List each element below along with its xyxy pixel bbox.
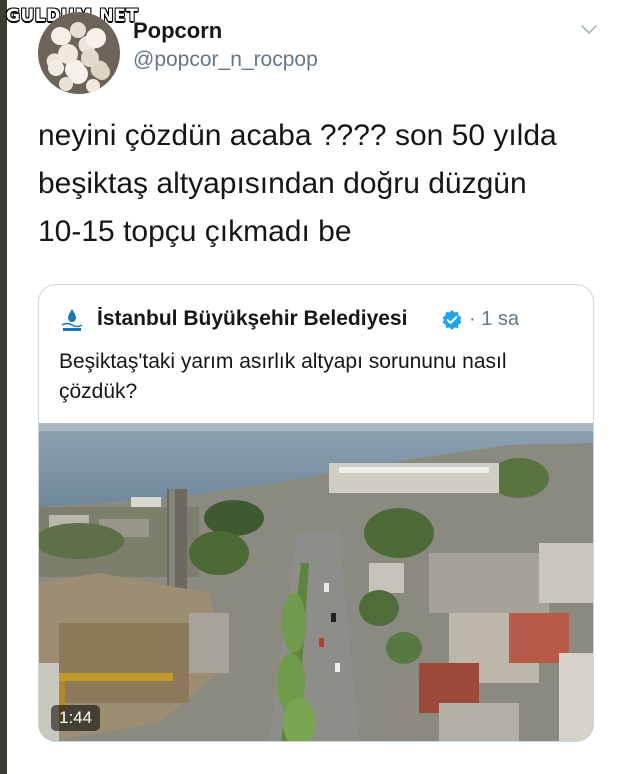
- verified-badge-icon: [441, 309, 463, 331]
- author-avatar[interactable]: [38, 12, 120, 94]
- tweet-text-line: beşiktaş altyapısından doğru düzgün: [38, 167, 527, 200]
- tweet-text: neyini çözdün acaba ???? son 50 yılda be…: [38, 112, 603, 256]
- tweet-text-line: neyini çözdün acaba ???? son 50 yılda: [38, 119, 557, 152]
- quoted-tweet-video[interactable]: 1:44: [39, 423, 593, 741]
- quoted-tweet-text: Beşiktaş'taki yarım asırlık altyapı soru…: [59, 350, 507, 403]
- popcorn-avatar-icon: [48, 22, 110, 93]
- chevron-down-icon[interactable]: [580, 20, 598, 38]
- quoted-author-name[interactable]: İstanbul Büyükşehir Belediyesi: [97, 307, 407, 331]
- ibb-logo-icon: [61, 309, 83, 331]
- quoted-tweet-time[interactable]: · 1 sa: [469, 308, 519, 331]
- quoted-author-avatar[interactable]: [57, 305, 87, 335]
- video-duration-badge: 1:44: [51, 705, 101, 731]
- author-display-name[interactable]: Popcorn: [133, 18, 222, 44]
- window-edge-strip: [0, 0, 7, 774]
- quoted-tweet-card[interactable]: İstanbul Büyükşehir Belediyesi · 1 sa Be…: [38, 284, 594, 742]
- author-handle[interactable]: @popcor_n_rocpop: [133, 48, 318, 72]
- aerial-city-thumbnail: [39, 423, 593, 741]
- tweet-text-line: 10-15 topçu çıkmadı be: [38, 215, 352, 248]
